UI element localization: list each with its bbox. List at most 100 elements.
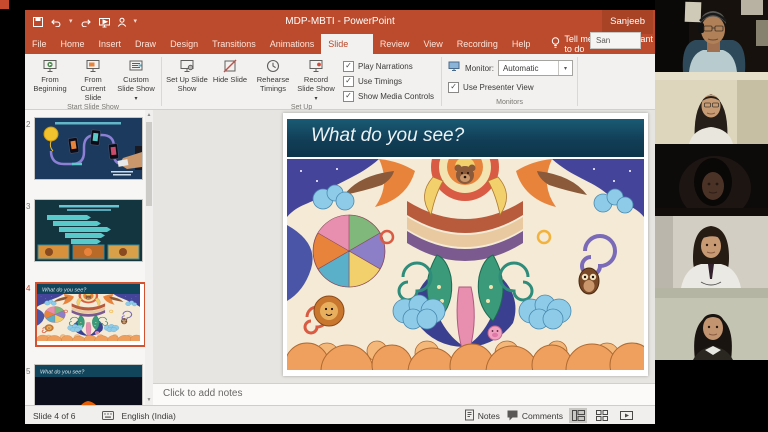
checkbox-checked-icon: ✓ (343, 61, 354, 72)
from-current-slide-label: From Current Slide (72, 75, 114, 102)
tab-recording[interactable]: Recording (450, 34, 505, 54)
monitor-value: Automatic (499, 64, 558, 73)
group-separator (577, 57, 578, 106)
scroll-up-icon[interactable]: ▲ (145, 110, 153, 120)
slide-thumbnail-4[interactable]: What do you see? (35, 282, 146, 347)
slide-show-view-button[interactable] (617, 408, 635, 423)
set-up-slide-show-icon (179, 58, 195, 75)
participant-video-strip (655, 0, 768, 432)
use-timings-label: Use Timings (358, 77, 402, 86)
slide-number-selected: 4 (26, 284, 34, 293)
slide-number: 3 (26, 202, 34, 211)
comments-button-label: Comments (522, 411, 563, 421)
set-up-slide-show-label: Set Up Slide Show (166, 75, 208, 93)
play-narrations-checkbox[interactable]: ✓ Play Narrations (343, 61, 434, 72)
account-name[interactable]: Sanjeeb (602, 10, 653, 34)
group-start-slide-show: From Beginning From Current Slide Custom… (25, 54, 161, 109)
tab-insert[interactable]: Insert (92, 34, 129, 54)
dropdown-arrow-icon: ▾ (134, 96, 137, 102)
account-popup: San (590, 32, 641, 49)
use-timings-checkbox[interactable]: ✓ Use Timings (343, 76, 434, 87)
play-narrations-label: Play Narrations (358, 62, 413, 71)
monitor-label: Monitor: (465, 64, 494, 73)
group-set-up: Set Up Slide Show Hide Slide Rehearse Ti… (162, 54, 441, 109)
tab-view[interactable]: View (416, 34, 449, 54)
tab-draw[interactable]: Draw (128, 34, 163, 54)
slide-title-placeholder[interactable]: What do you see? (287, 119, 644, 157)
tab-file[interactable]: File (25, 34, 54, 54)
scrollbar-thumb[interactable] (146, 122, 152, 206)
from-current-slide-button[interactable]: From Current Slide (72, 57, 114, 102)
dropdown-arrow-icon: ▾ (314, 96, 317, 102)
monitor-dropdown[interactable]: Automatic ▾ (498, 60, 573, 76)
shared-screen: ▾ ▾ MDP-MBTI - PowerPoint Sanjeeb San Fi… (0, 0, 768, 432)
set-up-slide-show-button[interactable]: Set Up Slide Show (166, 57, 208, 93)
participant-video-4[interactable] (655, 216, 768, 288)
slide-number: 2 (26, 120, 34, 129)
participant-video-5[interactable] (655, 288, 768, 360)
slide-sorter-view-button[interactable] (593, 408, 611, 423)
notes-pane[interactable]: Click to add notes (153, 383, 655, 406)
monitor-icon (448, 59, 461, 77)
lightbulb-icon (551, 37, 560, 51)
tab-slide-show[interactable]: Slide Show (321, 34, 373, 54)
tab-home[interactable]: Home (54, 34, 92, 54)
scroll-down-icon[interactable]: ▼ (145, 395, 153, 405)
slide-thumbnail-3[interactable] (35, 200, 142, 261)
slide-editing-area: What do you see? (153, 110, 655, 383)
record-slide-show-button[interactable]: Record Slide Show ▾ (295, 57, 337, 103)
tab-help[interactable]: Help (505, 34, 538, 54)
keyboard-language-icon[interactable] (102, 411, 114, 420)
language-indicator[interactable]: English (India) (122, 411, 176, 421)
status-bar: Slide 4 of 6 English (India) Notes Comme… (25, 405, 655, 424)
rehearse-timings-icon (265, 58, 281, 75)
record-slide-show-label: Record Slide Show (297, 75, 335, 93)
slide-thumbnail-panel: 2 3 (25, 110, 146, 405)
slide-position-indicator[interactable]: Slide 4 of 6 (33, 411, 76, 421)
participant-video-2[interactable] (655, 72, 768, 144)
title-bar: ▾ ▾ MDP-MBTI - PowerPoint Sanjeeb San (25, 10, 655, 34)
checkbox-checked-icon: ✓ (343, 91, 354, 102)
group-label-monitors: Monitors (442, 98, 577, 109)
tab-transitions[interactable]: Transitions (205, 34, 263, 54)
use-presenter-view-checkbox[interactable]: ✓ Use Presenter View (442, 77, 577, 93)
comments-icon (506, 409, 519, 423)
custom-slide-show-label: Custom Slide Show (117, 75, 155, 93)
slide-title-text: What do you see? (311, 125, 464, 147)
participant-video-3[interactable] (655, 144, 768, 216)
record-slide-show-icon (308, 58, 324, 75)
comments-toggle-button[interactable]: Comments (506, 409, 563, 423)
show-media-controls-label: Show Media Controls (358, 92, 434, 101)
slide-thumbnail-5[interactable]: What do you see? (35, 365, 142, 405)
ribbon-tab-row: File Home Insert Draw Design Transitions… (25, 34, 655, 54)
custom-slide-show-button[interactable]: Custom Slide Show ▾ (115, 57, 157, 103)
thumbnail-5-title: What do you see? (40, 370, 85, 376)
notes-toggle-button[interactable]: Notes (464, 409, 500, 423)
checkbox-checked-icon: ✓ (343, 76, 354, 87)
notes-button-label: Notes (478, 411, 500, 421)
notes-placeholder: Click to add notes (163, 388, 243, 399)
normal-view-button[interactable] (569, 408, 587, 423)
dropdown-arrow-icon: ▾ (558, 61, 572, 75)
checkbox-checked-icon: ✓ (448, 82, 459, 93)
slide-artwork-image[interactable] (287, 159, 644, 370)
from-beginning-icon (42, 58, 58, 75)
thumbnail-scrollbar[interactable]: ▲ ▼ (145, 110, 153, 405)
recording-indicator (0, 0, 9, 9)
hide-slide-button[interactable]: Hide Slide (209, 57, 251, 84)
tab-animations[interactable]: Animations (263, 34, 322, 54)
hide-slide-icon (222, 58, 238, 75)
slide-canvas[interactable]: What do you see? (283, 113, 648, 376)
show-media-controls-checkbox[interactable]: ✓ Show Media Controls (343, 91, 434, 102)
tab-design[interactable]: Design (163, 34, 205, 54)
ribbon: From Beginning From Current Slide Custom… (25, 54, 655, 110)
thumbnail-4-title: What do you see? (42, 288, 87, 294)
from-beginning-button[interactable]: From Beginning (29, 57, 71, 93)
rehearse-timings-button[interactable]: Rehearse Timings (252, 57, 294, 93)
from-beginning-label: From Beginning (29, 75, 71, 93)
slide-number: 5 (26, 367, 34, 376)
slide-thumbnail-2[interactable] (35, 118, 142, 179)
participant-video-1[interactable] (655, 0, 768, 72)
notes-icon (464, 409, 475, 423)
tab-review[interactable]: Review (373, 34, 417, 54)
